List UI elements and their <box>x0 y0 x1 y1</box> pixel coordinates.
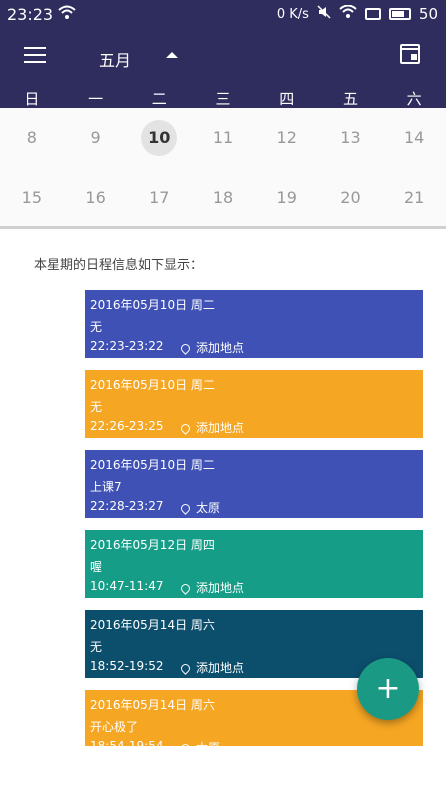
event-time: 18:52-19:52 <box>90 659 164 673</box>
status-bar: 23:23 0 K/s 50 <box>0 0 446 30</box>
event-location-text: 添加地点 <box>196 421 245 435</box>
calendar-week-row: 15 16 17 18 19 20 21 <box>0 180 446 216</box>
weekday-label: 六 <box>406 90 422 108</box>
calendar-day[interactable]: 17 <box>127 180 191 216</box>
event-title: 上课7 <box>90 480 122 494</box>
event-card[interactable]: 2016年05月10日 周二无 22:23-23:22 添加地点 <box>85 290 423 358</box>
calendar-day-selected[interactable]: 10 <box>127 120 191 156</box>
weekday-label: 五 <box>342 90 358 108</box>
calendar-day[interactable]: 9 <box>64 120 128 156</box>
weekday-label: 四 <box>279 90 295 108</box>
battery-icon <box>388 8 411 20</box>
toolbar: 五月 <box>0 36 446 80</box>
event-title: 无 <box>90 320 103 334</box>
status-time: 23:23 <box>7 5 54 24</box>
event-location-text: 添加地点 <box>196 341 245 355</box>
event-date: 2016年05月10日 周二 <box>90 458 215 472</box>
event-card[interactable]: 2016年05月10日 周二无 22:26-23:25 添加地点 <box>85 370 423 438</box>
event-location-text: 添加地点 <box>196 581 245 595</box>
event-time: 22:23-23:22 <box>90 339 164 353</box>
event-time: 18:54-19:54 <box>90 739 164 746</box>
calendar-day[interactable]: 13 <box>319 120 383 156</box>
event-location[interactable]: 添加地点 <box>179 419 245 436</box>
add-event-button[interactable]: + <box>357 658 419 720</box>
calendar-week-row: 8 9 10 11 12 13 14 <box>0 120 446 156</box>
event-date: 2016年05月10日 周二 <box>90 378 215 392</box>
calendar-icon[interactable] <box>400 44 420 64</box>
weekday-label: 二 <box>151 90 167 108</box>
network-speed: 0 K/s <box>276 6 309 22</box>
event-date: 2016年05月12日 周四 <box>90 538 215 552</box>
event-card[interactable]: 2016年05月10日 周二 上课7 22:28-23:27 太原 <box>85 450 423 518</box>
event-title: 开心极了 <box>90 720 139 734</box>
calendar-day[interactable]: 20 <box>319 180 383 216</box>
location-pin-icon <box>179 502 192 515</box>
calendar-day[interactable]: 21 <box>382 180 446 216</box>
event-date: 2016年05月10日 周二 <box>90 298 215 312</box>
calendar-day[interactable]: 12 <box>255 120 319 156</box>
event-title: 无 <box>90 640 103 654</box>
schedule-heading: 本星期的日程信息如下显示： <box>34 258 204 273</box>
event-location[interactable]: 太原 <box>179 499 221 516</box>
calendar-day[interactable]: 8 <box>0 120 64 156</box>
weekday-label: 一 <box>88 90 104 108</box>
location-pin-icon <box>179 342 192 355</box>
mute-icon <box>317 5 331 23</box>
location-pin-icon <box>179 582 192 595</box>
event-card[interactable]: 2016年05月12日 周四喔 10:47-11:47 添加地点 <box>85 530 423 598</box>
calendar-day[interactable]: 19 <box>255 180 319 216</box>
event-location[interactable]: 添加地点 <box>179 659 245 676</box>
event-location[interactable]: 太原 <box>179 739 220 746</box>
event-date: 2016年05月14日 周六 <box>90 618 215 632</box>
app-header: 23:23 0 K/s 50 五月 日 一 二 三 四 五 六 <box>0 0 446 108</box>
event-location[interactable]: 添加地点 <box>179 339 245 356</box>
selected-day-number: 10 <box>141 120 178 156</box>
location-pin-icon <box>179 662 192 675</box>
calendar-day[interactable]: 18 <box>191 180 255 216</box>
location-pin-icon <box>179 422 192 435</box>
event-time: 10:47-11:47 <box>90 579 164 593</box>
weekday-label: 日 <box>24 90 40 108</box>
event-title: 无 <box>90 400 103 414</box>
event-title: 喔 <box>90 560 103 574</box>
plus-icon: + <box>375 671 401 706</box>
event-date: 2016年05月14日 周六 <box>90 698 215 712</box>
wifi-signal-icon <box>339 4 357 23</box>
event-location-text: 太原 <box>196 501 221 515</box>
menu-icon[interactable] <box>24 47 46 65</box>
calendar-day[interactable]: 14 <box>382 120 446 156</box>
sim-icon <box>364 8 381 20</box>
weekday-header: 日 一 二 三 四 五 六 <box>0 88 446 108</box>
battery-level: 50 <box>418 5 438 23</box>
weekday-label: 三 <box>215 90 231 108</box>
calendar-day[interactable]: 15 <box>0 180 64 216</box>
event-location-text: 添加地点 <box>196 661 245 675</box>
month-label[interactable]: 五月 <box>99 47 131 71</box>
calendar-day[interactable]: 11 <box>191 120 255 156</box>
calendar-grid: 8 9 10 11 12 13 14 15 16 17 18 19 20 21 <box>0 108 446 229</box>
event-time: 22:28-23:27 <box>90 499 164 513</box>
event-time: 22:26-23:25 <box>90 419 164 433</box>
chevron-up-icon[interactable] <box>166 52 178 58</box>
wifi-icon <box>58 5 76 25</box>
calendar-day[interactable]: 16 <box>64 180 128 216</box>
bottom-area <box>0 746 446 796</box>
event-location[interactable]: 添加地点 <box>179 579 245 596</box>
